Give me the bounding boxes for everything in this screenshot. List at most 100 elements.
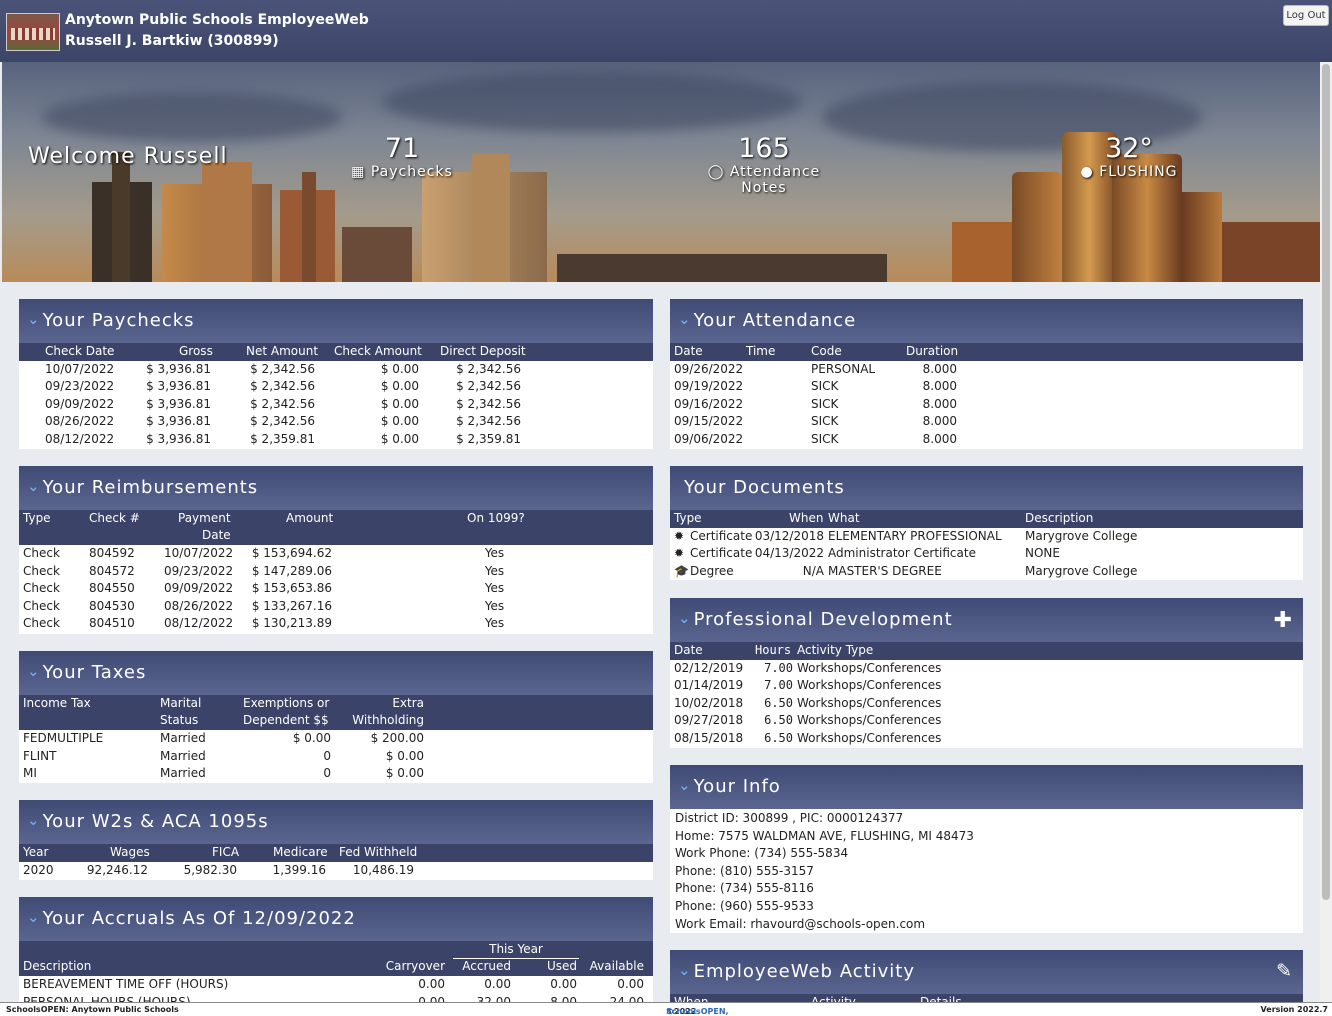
activity-header[interactable]: ⌄ EmployeeWeb Activity ✎ [670,950,1303,994]
col-type[interactable]: Type [23,510,51,527]
table-row[interactable]: 10/02/2018 6.50 Workshops/Conferences [670,695,1303,713]
col-fed-withheld[interactable]: Fed Withheld [339,844,417,861]
documents-header[interactable]: Your Documents [670,466,1303,510]
col-description[interactable]: Description [1025,510,1093,527]
col-code[interactable]: Code [811,343,842,360]
check-date: 10/07/2022 [45,361,115,376]
col-used[interactable]: Used [519,958,577,975]
col-carryover[interactable]: Carryover [369,958,445,975]
table-row[interactable]: 2020 92,246.12 5,982.30 1,399.16 10,486.19 [19,862,653,880]
table-row[interactable]: PERSONAL HOURS (HOURS) 0.00 32.00 8.00 24.00 [19,994,653,1002]
table-row[interactable]: 09/26/2022 PERSONAL 8.000 [670,361,1303,379]
col-duration[interactable]: Duration [906,343,958,360]
table-row[interactable]: 09/06/2022 SICK 8.000 [670,431,1303,449]
col-wages[interactable]: Wages [110,844,150,861]
table-row[interactable]: 02/12/2019 7.00 Workshops/Conferences [670,660,1303,678]
w2s-header[interactable]: ⌄ Your W2s & ACA 1095s [19,800,653,844]
edit-icon[interactable]: ✎ [1276,960,1293,982]
col-dependent[interactable]: Dependent $$ [243,712,329,729]
col-amount[interactable]: Amount [286,510,333,527]
col-on-1099[interactable]: On 1099? [467,510,525,527]
col-exemptions[interactable]: Exemptions or [243,695,329,712]
table-row[interactable]: 08/26/2022 $ 3,936.81 $ 2,342.56 $ 0.00 $ 2,… [19,413,653,431]
paychecks-stat[interactable]: 71 ▦ Paychecks [342,133,462,181]
table-row[interactable]: ✹ Certificate 03/12/2018 ELEMENTARY PROFESS… [670,528,1303,546]
scroll-thumb[interactable] [1322,64,1330,900]
col-check-date[interactable]: Check Date [45,343,114,360]
table-row[interactable]: Check 804510 08/12/2022 $ 130,213.89 Yes [19,615,653,633]
table-row[interactable]: 01/14/2019 7.00 Workshops/Conferences [670,677,1303,695]
table-row[interactable]: 09/23/2022 $ 3,936.81 $ 2,342.56 $ 0.00 $ 2,… [19,378,653,396]
check-number: 804530 [89,598,135,613]
table-row[interactable]: MI Married 0 $ 0.00 [19,765,653,783]
col-accrued[interactable]: Accrued [449,958,511,975]
col-marital[interactable]: Marital [160,695,201,712]
col-details[interactable]: Details [920,994,962,1002]
col-what[interactable]: What [828,510,860,527]
col-payment[interactable]: Payment [178,510,231,527]
col-activity-type[interactable]: Activity Type [797,642,873,659]
table-row[interactable]: FEDMULTIPLE Married $ 0.00 $ 200.00 [19,730,653,748]
duration: 8.000 [922,379,957,394]
income-tax: FLINT [23,748,57,763]
income-tax: MI [23,766,37,781]
table-row[interactable]: FLINT Married 0 $ 0.00 [19,748,653,766]
col-check-amount[interactable]: Check Amount [334,343,422,360]
paychecks-count: 71 [384,133,420,164]
col-withholding[interactable]: Withholding [339,712,424,729]
col-check-number[interactable]: Check # [89,510,140,527]
col-when[interactable]: When [674,994,708,1002]
col-description[interactable]: Description [23,958,91,975]
table-row[interactable]: 09/15/2022 SICK 8.000 [670,413,1303,431]
paychecks-header[interactable]: ⌄ Your Paychecks [19,299,653,343]
col-status[interactable]: Status [160,712,198,729]
attendance-stat[interactable]: 165 ◯ Attendance Notes [684,134,844,197]
reimbursements-header[interactable]: ⌄ Your Reimbursements [19,466,653,510]
paychecks-label: Paychecks [370,164,453,180]
col-date[interactable]: Date [202,527,231,544]
footer-company-link[interactable]: SchoolsOPEN, LLC [666,1007,729,1016]
col-net-amount[interactable]: Net Amount [246,343,318,360]
date: 09/19/2022 [674,379,744,394]
col-available[interactable]: Available [579,958,644,975]
table-row[interactable]: Check 804592 10/07/2022 $ 153,694.62 Yes [19,545,653,563]
accruals-header[interactable]: ⌄ Your Accruals As Of 12/09/2022 [19,897,653,941]
col-extra[interactable]: Extra [339,695,424,712]
col-date[interactable]: Date [674,642,703,659]
col-fica[interactable]: FICA [212,844,239,861]
logout-button[interactable]: Log Out [1283,5,1329,26]
col-medicare[interactable]: Medicare [273,844,328,861]
attendance-header[interactable]: ⌄ Your Attendance [670,299,1303,343]
table-row[interactable]: Check 804530 08/26/2022 $ 133,267.16 Yes [19,598,653,616]
col-income-tax[interactable]: Income Tax [23,695,91,712]
col-year[interactable]: Year [23,844,48,861]
page-scrollbar[interactable] [1320,62,1332,1002]
net-amount: $ 2,342.56 [250,361,315,376]
table-row[interactable]: 09/19/2022 SICK 8.000 [670,378,1303,396]
col-direct-deposit[interactable]: Direct Deposit [440,343,526,360]
col-hours[interactable]: Hours [755,642,791,659]
table-row[interactable]: 09/16/2022 SICK 8.000 [670,396,1303,414]
table-row[interactable]: Check 804550 09/09/2022 $ 153,653.86 Yes [19,580,653,598]
table-row[interactable]: 🎓 Degree N/A MASTER'S DEGREE Marygrove Colle… [670,563,1303,580]
table-row[interactable]: 08/12/2022 $ 3,936.81 $ 2,359.81 $ 0.00 $ 2,… [19,431,653,449]
table-row[interactable]: Check 804572 09/23/2022 $ 147,289.06 Yes [19,563,653,581]
col-time[interactable]: Time [746,343,775,360]
col-date[interactable]: Date [674,343,703,360]
table-row[interactable]: 09/09/2022 $ 3,936.81 $ 2,342.56 $ 0.00 $ 2,… [19,396,653,414]
table-row[interactable]: 09/27/2018 6.50 Workshops/Conferences [670,712,1303,730]
table-row[interactable]: BEREAVEMENT TIME OFF (HOURS) 0.00 0.00 0.00… [19,976,653,994]
table-row[interactable]: ✹ Certificate 04/13/2022 Administrator Cert… [670,545,1303,563]
prodev-header[interactable]: ⌄ Professional Development ✚ [670,598,1303,642]
taxes-header[interactable]: ⌄ Your Taxes [19,651,653,695]
col-when[interactable]: When [789,510,823,527]
plus-icon[interactable]: ✚ [1274,608,1293,633]
check-number: 804550 [89,581,135,596]
table-row[interactable]: 10/07/2022 $ 3,936.81 $ 2,342.56 $ 0.00 $ 2,… [19,361,653,379]
work-email[interactable]: Work Email: rhavourd@schools-open.com [675,916,925,933]
info-header[interactable]: ⌄ Your Info [670,765,1303,809]
col-activity[interactable]: Activity [811,994,856,1002]
col-type[interactable]: Type [674,510,702,527]
table-row[interactable]: 08/15/2018 6.50 Workshops/Conferences [670,730,1303,748]
col-gross[interactable]: Gross [179,343,213,360]
